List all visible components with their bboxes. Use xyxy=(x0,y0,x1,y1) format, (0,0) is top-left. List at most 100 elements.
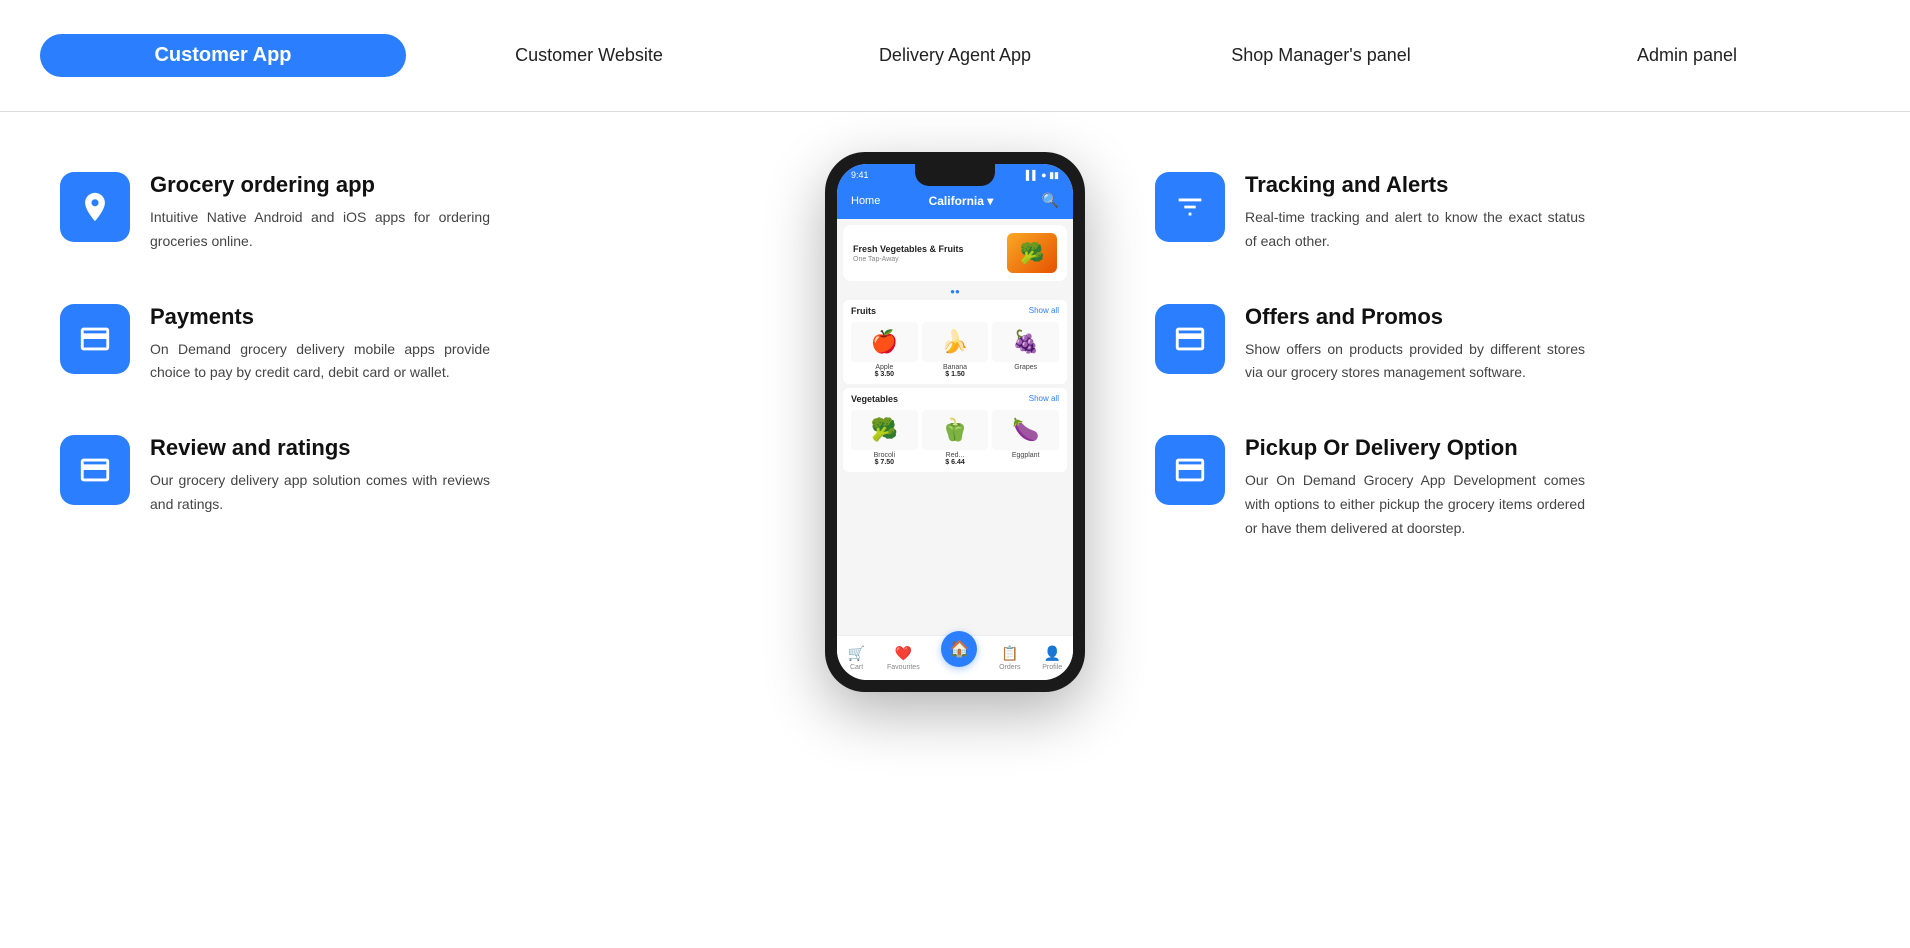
phone-nav-favourites[interactable]: ❤️ Favourites xyxy=(887,645,920,671)
phone-grapes-img: 🍇 xyxy=(992,322,1059,362)
phone-broccoli-img: 🥦 xyxy=(851,410,918,450)
phone-banner: Fresh Vegetables & Fruits One Tap-Away 🥦 xyxy=(843,225,1067,281)
phone-location: California ▾ xyxy=(929,194,994,208)
review-card-icon xyxy=(78,453,112,487)
phone-banana-price: $ 1.50 xyxy=(922,371,989,378)
phone-mockup-container: 9:41 ▌▌ ● ▮▮ Home California ▾ 🔍 Fresh V… xyxy=(815,152,1095,692)
phone-nav-profile[interactable]: 👤 Profile xyxy=(1042,645,1062,671)
offers-promos-desc: Show offers on products provided by diff… xyxy=(1245,338,1585,386)
phone-banner-text-block: Fresh Vegetables & Fruits One Tap-Away xyxy=(853,243,964,263)
feature-offers-promos: Offers and Promos Show offers on product… xyxy=(1155,304,1850,386)
cart-icon: 🛒 xyxy=(848,645,865,662)
phone-banana-img: 🍌 xyxy=(922,322,989,362)
tab-customer-app[interactable]: Customer App xyxy=(40,34,406,77)
tab-customer-website[interactable]: Customer Website xyxy=(406,35,772,76)
phone-pepper-img: 🫑 xyxy=(922,410,989,450)
phone-banner-sub: One Tap-Away xyxy=(853,256,964,263)
phone-product-eggplant: 🍆 Eggplant xyxy=(992,410,1059,466)
phone-product-apple: 🍎 Apple $ 3.50 xyxy=(851,322,918,378)
features-right: Tracking and Alerts Real-time tracking a… xyxy=(1155,152,1850,541)
payment-card-icon xyxy=(78,322,112,356)
phone-grapes-name: Grapes xyxy=(992,364,1059,371)
phone-nav-orders[interactable]: 📋 Orders xyxy=(999,645,1020,671)
payments-text: Payments On Demand grocery delivery mobi… xyxy=(150,304,490,386)
grocery-ordering-text: Grocery ordering app Intuitive Native An… xyxy=(150,172,490,254)
profile-label: Profile xyxy=(1042,664,1062,671)
orders-label: Orders xyxy=(999,664,1020,671)
offers-promos-icon-box xyxy=(1155,304,1225,374)
main-content: Grocery ordering app Intuitive Native An… xyxy=(0,112,1910,732)
review-ratings-desc: Our grocery delivery app solution comes … xyxy=(150,469,490,517)
phone-body: Fresh Vegetables & Fruits One Tap-Away 🥦… xyxy=(837,219,1073,635)
phone-mockup: 9:41 ▌▌ ● ▮▮ Home California ▾ 🔍 Fresh V… xyxy=(825,152,1085,692)
phone-banner-image: 🥦 xyxy=(1007,233,1057,273)
pickup-delivery-text: Pickup Or Delivery Option Our On Demand … xyxy=(1245,435,1585,540)
favourites-icon: ❤️ xyxy=(895,645,912,662)
payments-desc: On Demand grocery delivery mobile apps p… xyxy=(150,338,490,386)
pickup-icon xyxy=(1173,453,1207,487)
phone-eggplant-name: Eggplant xyxy=(992,452,1059,459)
grocery-ordering-icon-box xyxy=(60,172,130,242)
phone-apple-price: $ 3.50 xyxy=(851,371,918,378)
review-ratings-icon-box xyxy=(60,435,130,505)
phone-broccoli-price: $ 7.50 xyxy=(851,459,918,466)
phone-banner-title: Fresh Vegetables & Fruits xyxy=(853,243,964,256)
grocery-ordering-desc: Intuitive Native Android and iOS apps fo… xyxy=(150,206,490,254)
phone-home-label: Home xyxy=(851,195,880,207)
phone-product-banana: 🍌 Banana $ 1.50 xyxy=(922,322,989,378)
phone-nav-cart[interactable]: 🛒 Cart xyxy=(848,645,865,671)
tracking-alerts-desc: Real-time tracking and alert to know the… xyxy=(1245,206,1585,254)
phone-pepper-price: $ 6.44 xyxy=(922,459,989,466)
phone-product-grapes: 🍇 Grapes xyxy=(992,322,1059,378)
phone-screen: 9:41 ▌▌ ● ▮▮ Home California ▾ 🔍 Fresh V… xyxy=(837,164,1073,680)
phone-broccoli-name: Brocoli xyxy=(851,452,918,459)
phone-bottom-nav: 🛒 Cart ❤️ Favourites 🏠 📋 Orders xyxy=(837,635,1073,680)
phone-apple-img: 🍎 xyxy=(851,322,918,362)
phone-vegetables-section: Vegetables Show all 🥦 Brocoli $ 7.50 🫑 xyxy=(843,388,1067,472)
phone-fruits-section: Fruits Show all 🍎 Apple $ 3.50 🍌 xyxy=(843,300,1067,384)
phone-nav-home[interactable]: 🏠 xyxy=(941,649,977,667)
tab-shop-managers-panel[interactable]: Shop Manager's panel xyxy=(1138,35,1504,76)
phone-notch xyxy=(915,164,995,186)
location-pin-icon xyxy=(78,190,112,224)
home-circle-icon: 🏠 xyxy=(941,631,977,667)
pickup-delivery-desc: Our On Demand Grocery App Development co… xyxy=(1245,469,1585,540)
phone-apple-name: Apple xyxy=(851,364,918,371)
phone-fruits-show-all[interactable]: Show all xyxy=(1029,306,1059,316)
phone-vegetables-header: Vegetables Show all xyxy=(851,394,1059,404)
phone-product-pepper: 🫑 Red... $ 6.44 xyxy=(922,410,989,466)
payments-title: Payments xyxy=(150,304,490,330)
feature-grocery-ordering: Grocery ordering app Intuitive Native An… xyxy=(60,172,755,254)
features-left: Grocery ordering app Intuitive Native An… xyxy=(60,152,755,517)
feature-review-ratings: Review and ratings Our grocery delivery … xyxy=(60,435,755,517)
phone-product-broccoli: 🥦 Brocoli $ 7.50 xyxy=(851,410,918,466)
phone-vegetables-show-all[interactable]: Show all xyxy=(1029,394,1059,404)
offers-promos-text: Offers and Promos Show offers on product… xyxy=(1245,304,1585,386)
phone-header: Home California ▾ 🔍 xyxy=(837,186,1073,219)
tracking-icon xyxy=(1173,190,1207,224)
tab-admin-panel[interactable]: Admin panel xyxy=(1504,35,1870,76)
phone-banner-dots: ●● xyxy=(837,287,1073,296)
profile-icon: 👤 xyxy=(1043,645,1060,662)
phone-fruits-products: 🍎 Apple $ 3.50 🍌 Banana $ 1.50 🍇 xyxy=(851,322,1059,378)
phone-fruits-title: Fruits xyxy=(851,306,876,316)
offers-icon xyxy=(1173,322,1207,356)
feature-pickup-delivery: Pickup Or Delivery Option Our On Demand … xyxy=(1155,435,1850,540)
pickup-delivery-icon-box xyxy=(1155,435,1225,505)
feature-payments: Payments On Demand grocery delivery mobi… xyxy=(60,304,755,386)
payments-icon-box xyxy=(60,304,130,374)
phone-search-icon: 🔍 xyxy=(1042,192,1059,209)
phone-vegetables-products: 🥦 Brocoli $ 7.50 🫑 Red... $ 6.44 🍆 xyxy=(851,410,1059,466)
tab-delivery-agent-app[interactable]: Delivery Agent App xyxy=(772,35,1138,76)
phone-signal: ▌▌ ● ▮▮ xyxy=(1026,170,1059,181)
tracking-alerts-title: Tracking and Alerts xyxy=(1245,172,1585,198)
pickup-delivery-title: Pickup Or Delivery Option xyxy=(1245,435,1585,461)
tracking-alerts-icon-box xyxy=(1155,172,1225,242)
review-ratings-title: Review and ratings xyxy=(150,435,490,461)
cart-label: Cart xyxy=(850,664,863,671)
phone-fruits-header: Fruits Show all xyxy=(851,306,1059,316)
tracking-alerts-text: Tracking and Alerts Real-time tracking a… xyxy=(1245,172,1585,254)
orders-icon: 📋 xyxy=(1001,645,1018,662)
phone-banana-name: Banana xyxy=(922,364,989,371)
phone-pepper-name: Red... xyxy=(922,452,989,459)
